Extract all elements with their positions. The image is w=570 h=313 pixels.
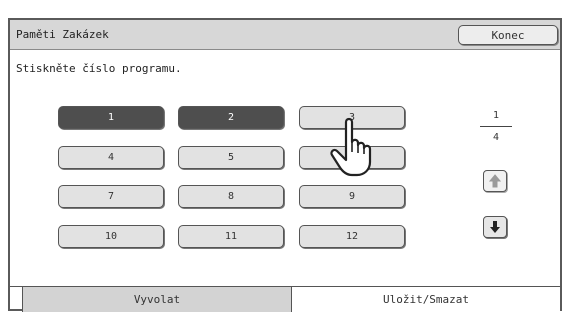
page-divider	[480, 126, 512, 127]
tab-bar: Vyvolat Uložit/Smazat	[10, 286, 560, 312]
program-button-3[interactable]: 3	[299, 106, 405, 129]
arrow-up-icon	[489, 174, 501, 188]
page-up-button[interactable]	[483, 170, 507, 192]
title-bar: Paměti Zakázek Konec	[10, 20, 560, 50]
close-button[interactable]: Konec	[458, 25, 558, 45]
page-indicator: 1 4	[478, 110, 514, 143]
program-button-5[interactable]: 5	[178, 146, 284, 169]
program-button-1[interactable]: 1	[58, 106, 164, 129]
program-button-6[interactable]: 6	[299, 146, 405, 169]
program-button-2[interactable]: 2	[178, 106, 284, 129]
page-current: 1	[492, 110, 500, 121]
tab-ulozit-smazat[interactable]: Uložit/Smazat	[292, 287, 560, 312]
program-button-8[interactable]: 8	[178, 185, 284, 208]
page-down-button[interactable]	[483, 216, 507, 238]
program-button-11[interactable]: 11	[178, 225, 284, 248]
page-total: 4	[492, 132, 500, 143]
program-button-4[interactable]: 4	[58, 146, 164, 169]
program-button-10[interactable]: 10	[58, 225, 164, 248]
job-memory-panel: Paměti Zakázek Konec Stiskněte číslo pro…	[8, 18, 562, 312]
program-button-9[interactable]: 9	[299, 185, 405, 208]
tab-vyvolat[interactable]: Vyvolat	[22, 287, 292, 312]
program-button-7[interactable]: 7	[58, 185, 164, 208]
program-button-12[interactable]: 12	[299, 225, 405, 248]
instruction-text: Stiskněte číslo programu.	[16, 62, 182, 75]
arrow-down-icon	[490, 221, 500, 233]
window-title: Paměti Zakázek	[16, 28, 109, 41]
